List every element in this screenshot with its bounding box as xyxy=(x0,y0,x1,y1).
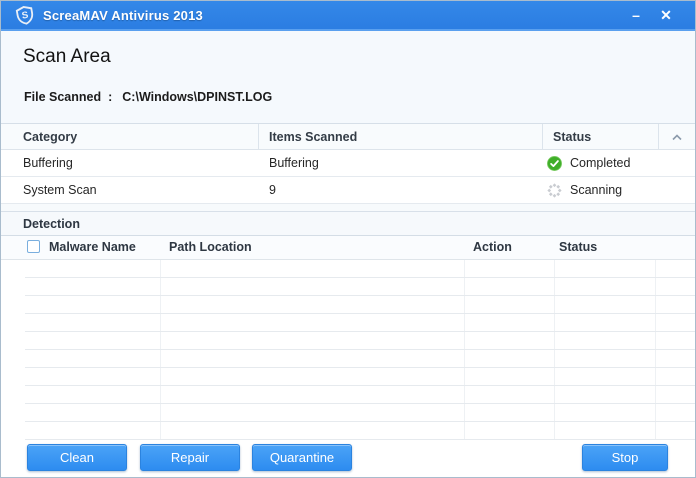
chevron-up-icon xyxy=(672,130,682,144)
column-header-malware-name: Malware Name xyxy=(49,240,136,254)
file-scanned-value: C:\Windows\DPINST.LOG xyxy=(122,90,273,104)
scan-table-header: Category Items Scanned Status xyxy=(1,123,695,150)
section-divider xyxy=(1,204,695,211)
window-title: ScreaMAV Antivirus 2013 xyxy=(43,7,203,23)
column-header-category: Category xyxy=(1,124,259,149)
column-header-path-location: Path Location xyxy=(169,240,252,254)
table-row xyxy=(25,386,695,404)
close-button[interactable]: ✕ xyxy=(651,2,681,28)
repair-button[interactable]: Repair xyxy=(140,444,240,471)
table-row xyxy=(25,314,695,332)
scan-row-system-scan: System Scan 9 Scanning xyxy=(1,177,695,204)
table-row xyxy=(25,404,695,422)
app-logo-shield-icon: S xyxy=(14,4,36,26)
stop-button[interactable]: Stop xyxy=(582,444,668,471)
spinner-icon xyxy=(547,182,562,198)
scan-row-buffering: Buffering Buffering Completed xyxy=(1,150,695,177)
file-scanned-label: File Scanned xyxy=(24,90,102,104)
column-header-items-scanned: Items Scanned xyxy=(259,124,543,149)
column-header-status: Status xyxy=(543,124,659,149)
scan-row-status-label: Scanning xyxy=(570,183,623,197)
file-scanned-colon: : xyxy=(108,90,113,104)
scan-row-items: Buffering xyxy=(269,156,319,170)
scan-row-status-label: Completed xyxy=(570,156,631,170)
action-button-bar: Clean Repair Quarantine Stop xyxy=(1,440,695,477)
detection-section-title: Detection xyxy=(1,211,695,236)
table-row xyxy=(25,368,695,386)
table-row xyxy=(25,260,695,278)
clean-button[interactable]: Clean xyxy=(27,444,127,471)
select-all-checkbox[interactable] xyxy=(27,240,40,253)
column-header-action: Action xyxy=(473,240,512,254)
check-circle-icon xyxy=(547,155,562,171)
table-row xyxy=(25,332,695,350)
scan-row-category: System Scan xyxy=(23,183,97,197)
table-row xyxy=(25,296,695,314)
title-bar: S ScreaMAV Antivirus 2013 – ✕ xyxy=(1,1,695,31)
antivirus-window: S ScreaMAV Antivirus 2013 – ✕ Scan Area … xyxy=(0,0,696,478)
quarantine-button[interactable]: Quarantine xyxy=(252,444,352,471)
table-row xyxy=(25,350,695,368)
detection-table-header: Malware Name Path Location Action Status xyxy=(1,236,695,260)
collapse-panel-control[interactable] xyxy=(659,124,695,149)
scan-row-category: Buffering xyxy=(23,156,73,170)
table-row xyxy=(25,422,695,440)
window-controls: – ✕ xyxy=(621,2,695,28)
column-header-status: Status xyxy=(559,240,598,254)
file-scanned-line: File Scanned: C:\Windows\DPINST.LOG xyxy=(24,90,272,104)
table-row xyxy=(25,278,695,296)
detection-table-body xyxy=(1,260,695,440)
scan-row-items: 9 xyxy=(269,183,276,197)
page-title: Scan Area xyxy=(23,46,111,67)
minimize-button[interactable]: – xyxy=(621,2,651,28)
scan-area-section: Scan Area File Scanned: C:\Windows\DPINST… xyxy=(1,31,695,123)
